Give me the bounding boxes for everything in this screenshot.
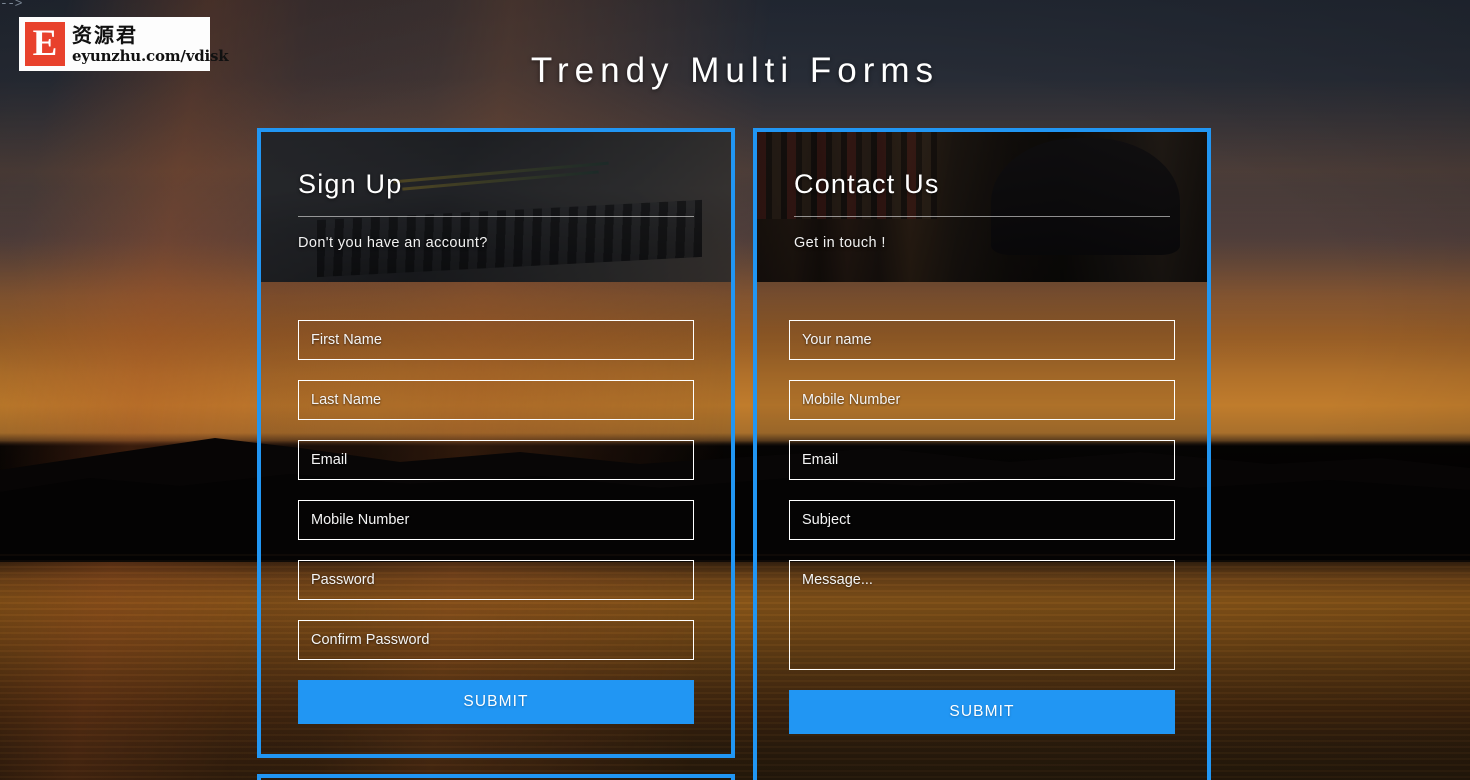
your-name-input[interactable] (789, 320, 1175, 360)
contact-card-header: Contact Us Get in touch ! (757, 132, 1207, 282)
email-input[interactable] (789, 440, 1175, 480)
email-input[interactable] (298, 440, 694, 480)
contact-form: SUBMIT (757, 282, 1207, 768)
signup-submit-button[interactable]: SUBMIT (298, 680, 694, 724)
stray-comment-text: --> (0, 0, 22, 11)
subject-input[interactable] (789, 500, 1175, 540)
message-textarea[interactable] (789, 560, 1175, 670)
signup-subtitle: Don't you have an account? (298, 235, 488, 251)
last-name-input[interactable] (298, 380, 694, 420)
contact-submit-button[interactable]: SUBMIT (789, 690, 1175, 734)
contact-title: Contact Us (794, 169, 940, 199)
password-input[interactable] (298, 560, 694, 600)
watermark-logo: E 资源君 eyunzhu.com/vdisk (19, 17, 229, 71)
watermark-letter-icon: E (25, 22, 65, 66)
contact-divider (794, 216, 1170, 217)
mobile-number-input[interactable] (298, 500, 694, 540)
signup-card: Sign Up Don't you have an account? SUBMI… (257, 128, 735, 758)
mobile-number-input[interactable] (789, 380, 1175, 420)
watermark-text: 资源君 eyunzhu.com/vdisk (72, 22, 229, 65)
contact-card: Contact Us Get in touch ! SUBMIT (753, 128, 1211, 780)
signup-form: SUBMIT (261, 282, 731, 754)
contact-header-content: Contact Us Get in touch ! (794, 168, 1170, 252)
signup-title: Sign Up (298, 169, 403, 199)
next-card-partial (257, 774, 735, 780)
confirm-password-input[interactable] (298, 620, 694, 660)
first-name-input[interactable] (298, 320, 694, 360)
signup-header-content: Sign Up Don't you have an account? (298, 168, 694, 252)
signup-divider (298, 216, 694, 217)
contact-subtitle: Get in touch ! (794, 235, 886, 251)
signup-card-header: Sign Up Don't you have an account? (261, 132, 731, 282)
watermark-brand-cn: 资源君 (72, 22, 138, 47)
watermark-url: eyunzhu.com/vdisk (72, 46, 229, 65)
page-root: --> E 资源君 eyunzhu.com/vdisk Trendy Multi… (0, 0, 1470, 780)
